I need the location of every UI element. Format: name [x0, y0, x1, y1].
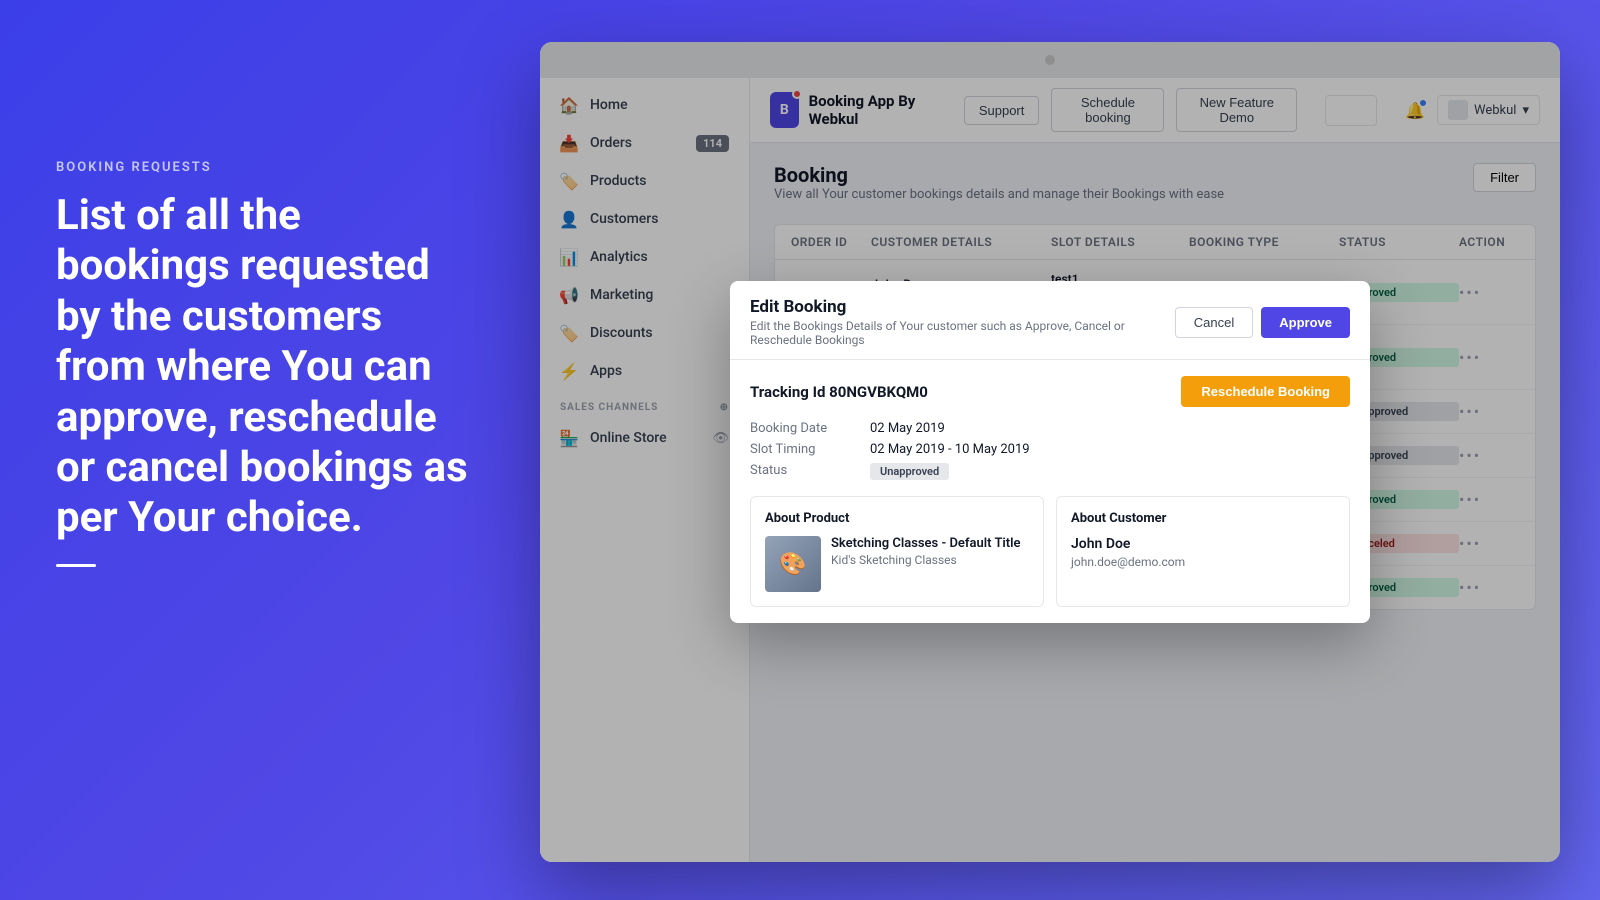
modal-subtitle: Edit the Bookings Details of Your custom… [750, 319, 1175, 347]
about-product-title: About Product [765, 511, 1029, 526]
status-badge: Unapproved [870, 463, 949, 480]
modal-bottom-grid: About Product 🎨 Sketching Classes - Defa… [750, 496, 1350, 607]
product-text: Sketching Classes - Default Title Kid's … [831, 536, 1021, 567]
left-subtitle: BOOKING REQUESTS [56, 160, 476, 175]
booking-date-value: 02 May 2019 [870, 421, 1350, 436]
left-divider [56, 564, 96, 567]
customer-card: About Customer John Doe john.doe@demo.co… [1056, 496, 1350, 607]
about-customer-title: About Customer [1071, 511, 1335, 526]
customer-email: john.doe@demo.com [1071, 555, 1335, 569]
left-title: List of all the bookings requested by th… [56, 191, 476, 544]
product-sub: Kid's Sketching Classes [831, 553, 1021, 567]
modal-approve-button[interactable]: Approve [1261, 307, 1350, 338]
product-name: Sketching Classes - Default Title [831, 536, 1021, 551]
slot-timing-label: Slot Timing [750, 442, 870, 457]
reschedule-button[interactable]: Reschedule Booking [1181, 376, 1350, 407]
booking-date-label: Booking Date [750, 421, 870, 436]
tracking-section: Tracking Id 80NGVBKQM0 Reschedule Bookin… [750, 376, 1350, 407]
modal-header-text: Edit Booking Edit the Bookings Details o… [750, 297, 1175, 347]
modal-title: Edit Booking [750, 297, 1175, 317]
modal-header: Edit Booking Edit the Bookings Details o… [730, 281, 1370, 360]
left-panel: BOOKING REQUESTS List of all the booking… [56, 160, 476, 567]
status-value: Unapproved [870, 463, 1350, 480]
status-label: Status [750, 463, 870, 480]
product-thumbnail: 🎨 [765, 536, 821, 592]
tracking-id: Tracking Id 80NGVBKQM0 [750, 383, 928, 401]
customer-name: John Doe [1071, 536, 1335, 552]
modal-body: Tracking Id 80NGVBKQM0 Reschedule Bookin… [730, 360, 1370, 623]
edit-booking-modal: Edit Booking Edit the Bookings Details o… [730, 281, 1370, 623]
slot-timing-value: 02 May 2019 - 10 May 2019 [870, 442, 1350, 457]
product-info: 🎨 Sketching Classes - Default Title Kid'… [765, 536, 1029, 592]
modal-actions: Cancel Approve [1175, 307, 1350, 338]
booking-details: Booking Date 02 May 2019 Slot Timing 02 … [750, 421, 1350, 480]
browser-window: 🏠 Home 📥 Orders 114 🏷️ Products 👤 Custom… [540, 42, 1560, 862]
modal-cancel-button[interactable]: Cancel [1175, 307, 1253, 338]
product-card: About Product 🎨 Sketching Classes - Defa… [750, 496, 1044, 607]
modal-overlay: Edit Booking Edit the Bookings Details o… [540, 42, 1560, 862]
